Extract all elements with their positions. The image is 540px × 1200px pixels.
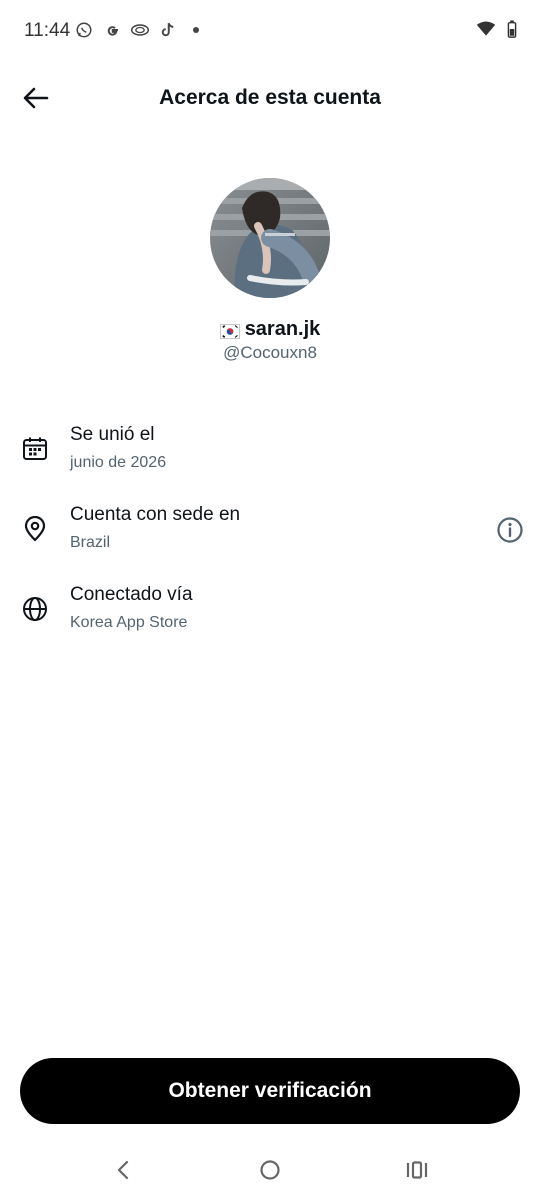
south-korea-flag-icon xyxy=(219,322,240,339)
system-icons xyxy=(476,20,518,43)
tiktok-icon xyxy=(158,19,178,41)
info-label-joined: Se unió el xyxy=(70,424,155,445)
info-item-joined: Se unió el junio de 2026 xyxy=(0,424,540,484)
info-item-connected: Conectado vía Korea App Store xyxy=(0,584,540,644)
system-nav-bar xyxy=(0,1140,540,1200)
wifi-icon xyxy=(476,21,496,42)
google-icon xyxy=(102,19,122,41)
location-pin-icon xyxy=(22,516,48,542)
info-value-joined: junio de 2026 xyxy=(70,454,167,471)
app-icon xyxy=(130,19,150,41)
info-label-location: Cuenta con sede en xyxy=(70,504,241,525)
whatsapp-icon xyxy=(74,19,94,41)
user-handle: @Cocouxn8 xyxy=(223,343,317,362)
get-verified-button[interactable]: Obtener verificación xyxy=(20,1058,520,1124)
avatar[interactable] xyxy=(210,178,330,298)
nav-home-icon[interactable] xyxy=(250,1156,290,1184)
display-name-row: saran.jk xyxy=(0,318,540,341)
info-item-location: Cuenta con sede en Brazil xyxy=(0,504,540,564)
status-time: 11:44 xyxy=(24,20,71,41)
status-bar: 11:44 xyxy=(0,0,540,62)
info-label-connected: Conectado vía xyxy=(70,584,193,605)
notification-icons xyxy=(74,19,206,41)
info-value-location: Brazil xyxy=(70,534,111,551)
dot-icon xyxy=(186,19,206,41)
top-bar: Acerca de esta cuenta xyxy=(0,62,540,134)
display-name: saran.jk xyxy=(244,318,321,340)
calendar-icon xyxy=(22,436,48,462)
nav-recents-icon[interactable] xyxy=(397,1156,437,1184)
info-value-connected: Korea App Store xyxy=(70,614,188,631)
info-circle-icon[interactable] xyxy=(496,516,524,544)
battery-icon xyxy=(506,20,518,43)
nav-back-icon[interactable] xyxy=(103,1156,143,1184)
globe-icon xyxy=(22,596,48,622)
page-title: Acerca de esta cuenta xyxy=(159,86,381,109)
